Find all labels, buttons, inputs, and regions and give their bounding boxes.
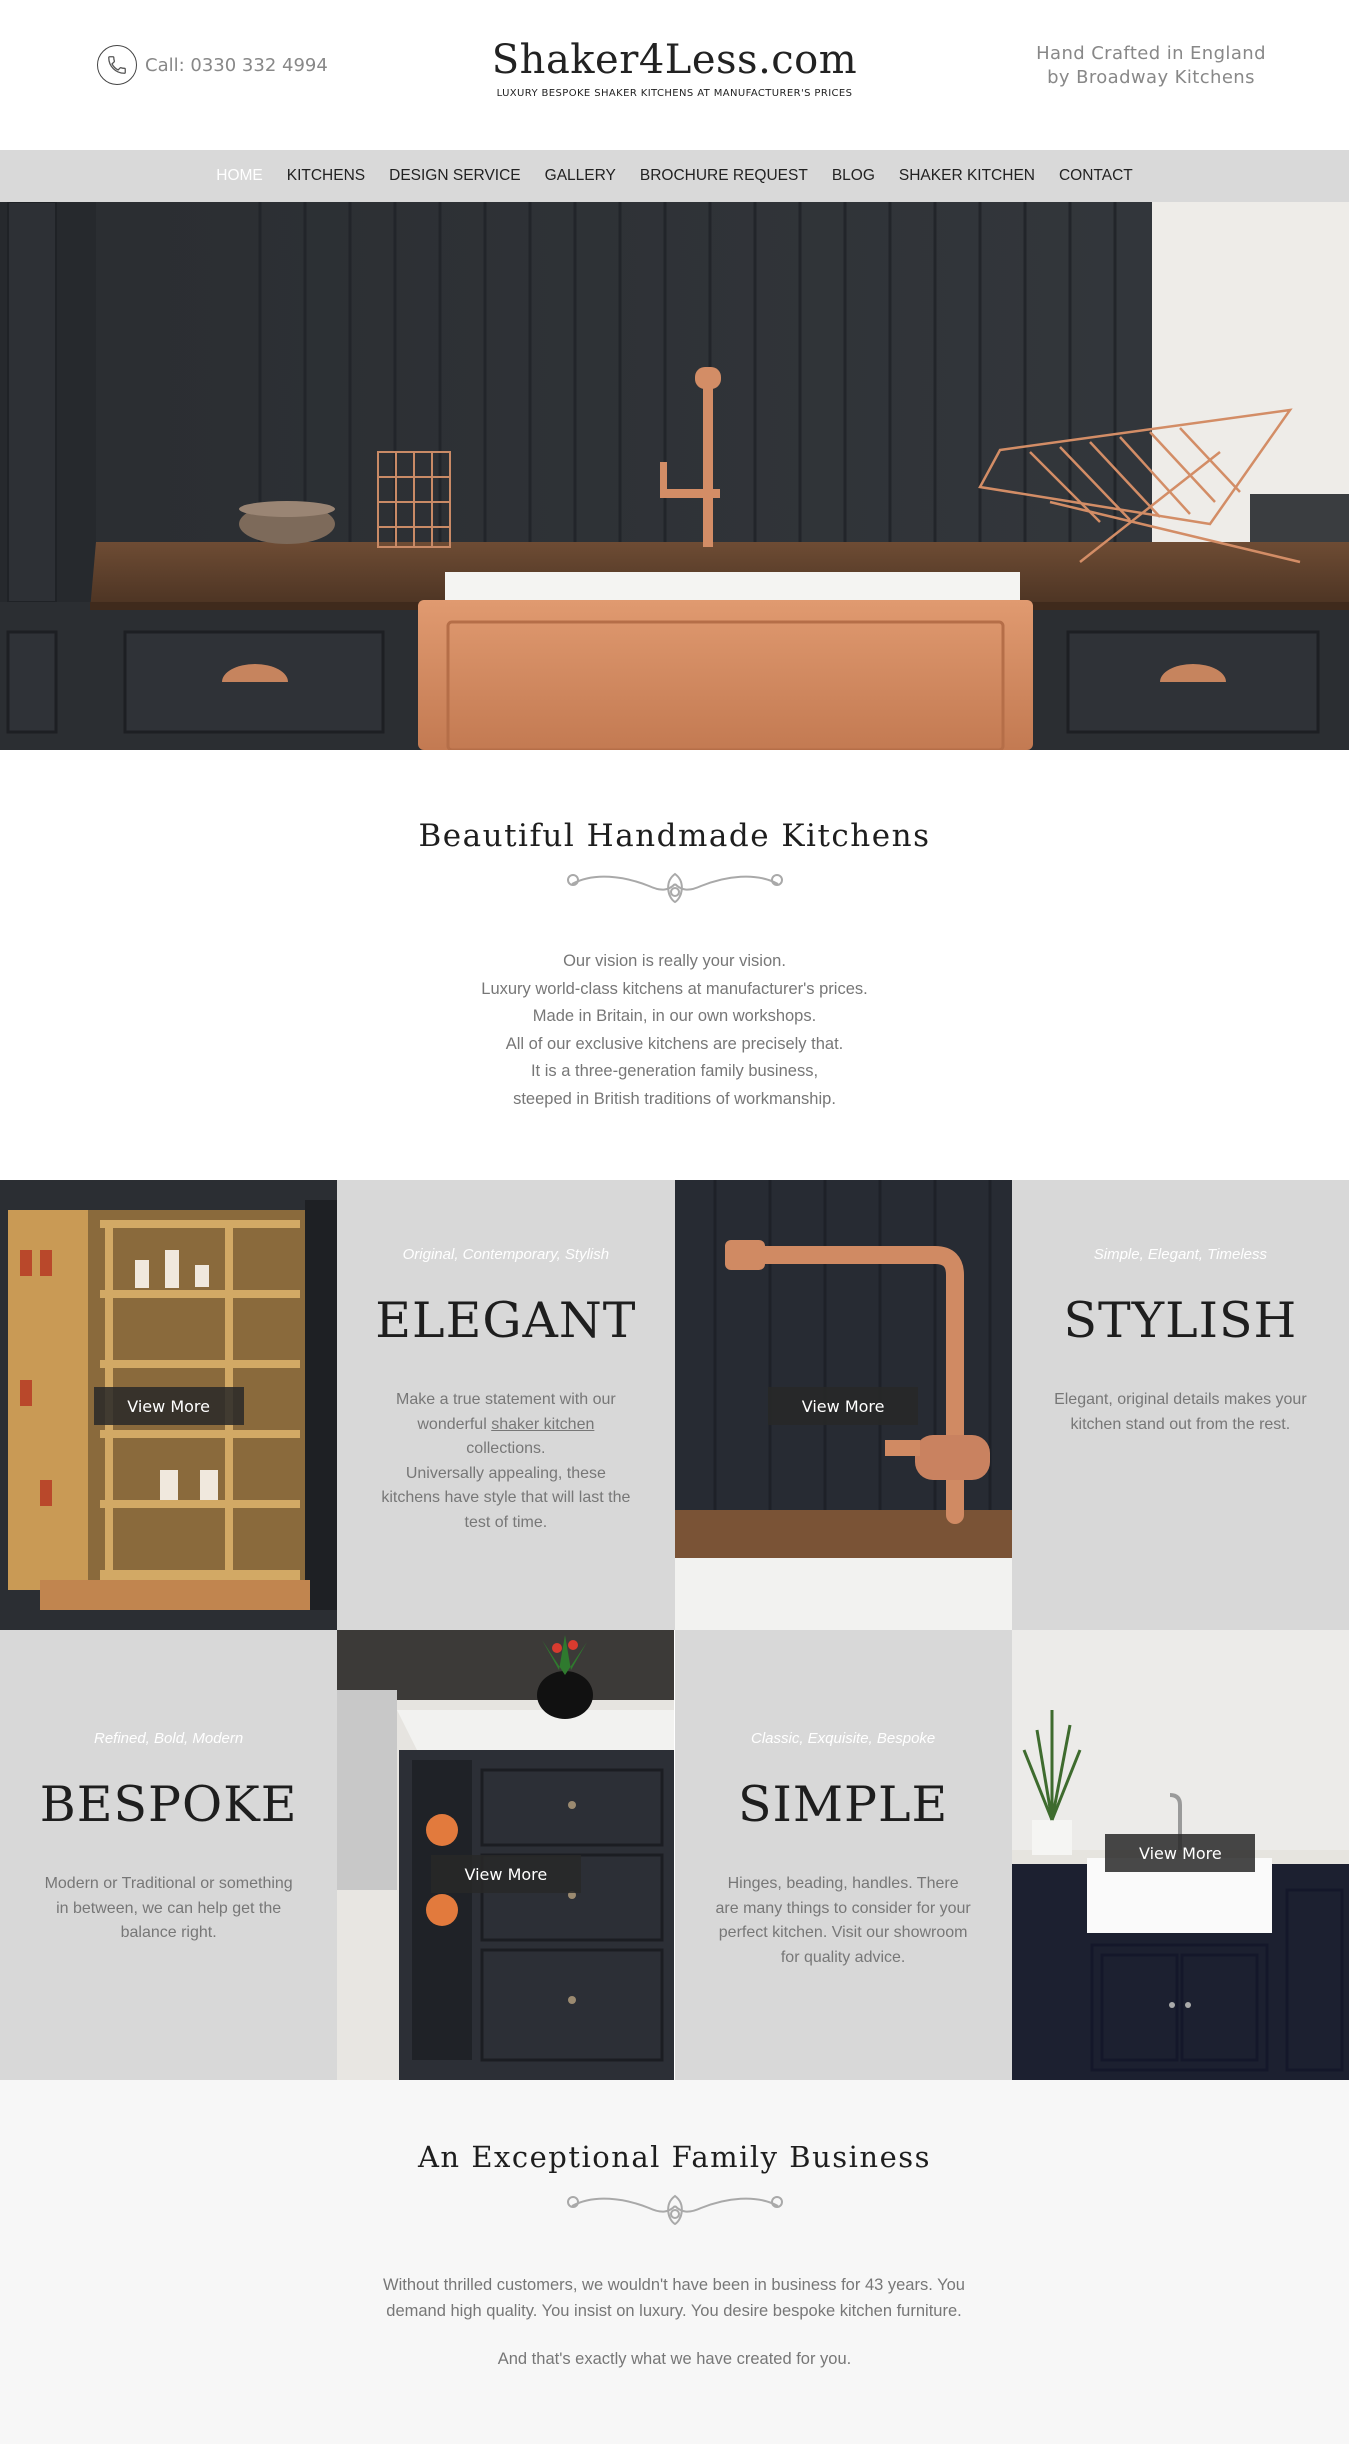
simple-text: Hinges, beading, handles. There are many…: [715, 1875, 971, 1966]
intro-title: Beautiful Handmade Kitchens: [418, 818, 931, 854]
view-more-button[interactable]: View More: [430, 1855, 581, 1893]
family-title: An Exceptional Family Business: [417, 2140, 932, 2174]
intro-line: Luxury world-class kitchens at manufactu…: [481, 979, 868, 998]
intro-text: Our vision is really your vision. Luxury…: [0, 948, 1349, 1113]
elegant-text: Make a true statement with our wonderful…: [377, 1388, 634, 1535]
intro-line: Made in Britain, in our own workshops.: [532, 1007, 817, 1025]
intro-section: Beautiful Handmade Kitchens Our vision i…: [0, 750, 1349, 1180]
intro-line: Our vision is really your vision.: [563, 952, 786, 970]
view-more-button[interactable]: View More: [1105, 1834, 1256, 1872]
elegant-panel: Original, Contemporary, Stylish ELEGANT …: [337, 1180, 675, 1630]
bespoke-title: BESPOKE: [39, 1776, 298, 1833]
bespoke-tagline: Refined, Bold, Modern: [93, 1730, 244, 1747]
nav-item-home[interactable]: HOME: [204, 167, 275, 185]
craft-statement: Hand Crafted in England by Broadway Kitc…: [1021, 42, 1281, 90]
stylish-text: Elegant, original details makes your kit…: [1054, 1391, 1307, 1433]
flourish-divider-icon: [567, 872, 783, 904]
pantry-image-tile[interactable]: View More: [0, 1180, 337, 1630]
island-image-tile[interactable]: View More: [337, 1630, 675, 2080]
navy-kitchen-image-tile[interactable]: View More: [1011, 1630, 1349, 2080]
family-business-section: An Exceptional Family Business Without t…: [0, 2080, 1349, 2444]
site-header: Call: 0330 332 4994 Shaker4Less.com LUXU…: [0, 0, 1349, 150]
view-more-button[interactable]: View More: [93, 1387, 244, 1425]
bespoke-panel: Refined, Bold, Modern BESPOKE Modern or …: [0, 1630, 338, 2080]
intro-line: It is a three-generation family business…: [530, 1062, 819, 1080]
nav-item-blog[interactable]: BLOG: [820, 167, 887, 185]
view-more-button[interactable]: View More: [768, 1387, 919, 1425]
feature-grid: View More Original, Contemporary, Stylis…: [0, 1180, 1349, 2080]
simple-panel: Classic, Exquisite, Bespoke SIMPLE Hinge…: [674, 1630, 1012, 2080]
flourish-divider-icon: [567, 2194, 783, 2226]
shaker-kitchen-link[interactable]: shaker kitchen: [491, 1416, 594, 1433]
nav-item-brochure-request[interactable]: BROCHURE REQUEST: [628, 167, 820, 185]
nav-item-shaker-kitchen[interactable]: SHAKER KITCHEN: [887, 167, 1047, 185]
stylish-panel: Simple, Elegant, Timeless STYLISH Elegan…: [1011, 1180, 1349, 1630]
nav-item-design-service[interactable]: DESIGN SERVICE: [377, 167, 533, 185]
family-text: Without thrilled customers, we wouldn't …: [383, 2276, 965, 2320]
nav-item-contact[interactable]: CONTACT: [1047, 167, 1145, 185]
simple-tagline: Classic, Exquisite, Bespoke: [751, 1730, 936, 1747]
bespoke-text: Modern or Traditional or something in be…: [44, 1875, 293, 1941]
craft-line-1: Hand Crafted in England: [1036, 43, 1266, 64]
elegant-text-2: Universally appealing, these kitchens ha…: [381, 1464, 631, 1531]
elegant-title: ELEGANT: [375, 1292, 637, 1349]
elegant-text-end: collections.: [466, 1440, 546, 1457]
intro-line: steeped in British traditions of workman…: [513, 1089, 836, 1108]
intro-line: All of our exclusive kitchens are precis…: [505, 1034, 844, 1053]
simple-title: SIMPLE: [737, 1776, 949, 1833]
nav-item-kitchens[interactable]: KITCHENS: [275, 167, 377, 185]
elegant-tagline: Original, Contemporary, Stylish: [402, 1246, 610, 1263]
main-nav: HOME KITCHENS DESIGN SERVICE GALLERY BRO…: [0, 150, 1349, 202]
nav-item-gallery[interactable]: GALLERY: [533, 167, 628, 185]
hero-image: [0, 202, 1349, 750]
craft-line-2: by Broadway Kitchens: [1047, 67, 1255, 88]
stylish-title: STYLISH: [1063, 1292, 1298, 1349]
family-closing-text: And that's exactly what we have created …: [497, 2350, 852, 2368]
stylish-tagline: Simple, Elegant, Timeless: [1093, 1246, 1268, 1263]
tap-image-tile[interactable]: View More: [674, 1180, 1012, 1630]
hero-kitchen-illustration: [0, 202, 1349, 750]
